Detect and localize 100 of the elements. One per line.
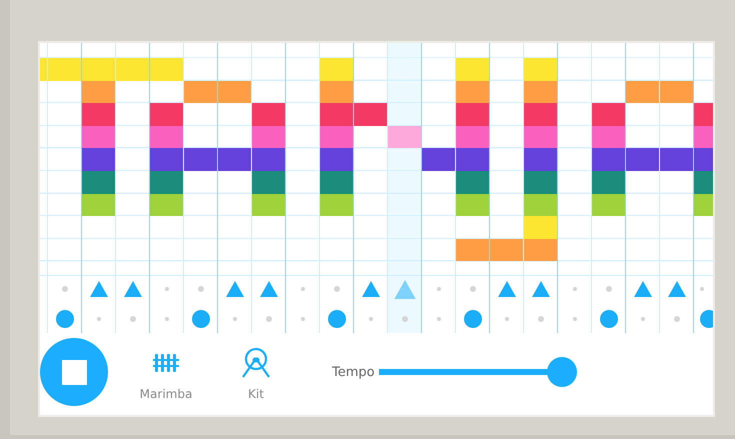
circle-note[interactable] (700, 310, 713, 328)
circle-note[interactable] (600, 310, 618, 328)
step-dot[interactable] (640, 316, 644, 321)
note-cell[interactable] (320, 80, 353, 104)
step-dot[interactable] (300, 287, 304, 292)
triangle-note[interactable] (362, 281, 380, 298)
note-cell[interactable] (694, 148, 713, 171)
note-cell[interactable] (694, 103, 713, 126)
note-cell[interactable] (320, 126, 353, 148)
note-cell[interactable] (82, 148, 115, 171)
note-cell[interactable] (184, 148, 217, 171)
note-cell[interactable] (456, 170, 489, 194)
triangle-note[interactable] (394, 280, 416, 299)
triangle-note[interactable] (260, 281, 278, 298)
triangle-note[interactable] (532, 281, 550, 298)
note-cell[interactable] (320, 58, 353, 81)
note-cell[interactable] (694, 194, 713, 216)
step-dot[interactable] (198, 286, 204, 292)
note-cell[interactable] (456, 103, 489, 126)
note-cell[interactable] (82, 80, 115, 104)
step-dot[interactable] (300, 316, 304, 321)
note-cell[interactable] (524, 126, 557, 148)
step-dot[interactable] (700, 287, 704, 292)
triangle-note[interactable] (668, 281, 686, 298)
note-cell[interactable] (456, 58, 489, 81)
triangle-note[interactable] (634, 281, 652, 298)
triangle-note[interactable] (124, 281, 142, 298)
note-cell[interactable] (320, 103, 353, 126)
step-dot[interactable] (572, 316, 576, 321)
note-cell[interactable] (354, 103, 387, 126)
step-dot[interactable] (96, 316, 100, 321)
note-cell[interactable] (388, 126, 421, 148)
note-cell[interactable] (456, 238, 489, 262)
note-cell[interactable] (150, 58, 183, 81)
note-cell[interactable] (82, 103, 115, 126)
note-cell[interactable] (116, 58, 149, 81)
step-dot[interactable] (674, 316, 680, 322)
circle-note[interactable] (328, 310, 346, 328)
note-cell[interactable] (456, 80, 489, 104)
note-cell[interactable] (592, 194, 625, 216)
note-cell[interactable] (524, 80, 557, 104)
step-dot[interactable] (62, 286, 68, 292)
note-cell[interactable] (524, 103, 557, 126)
note-cell[interactable] (150, 194, 183, 216)
note-cell[interactable] (626, 80, 659, 104)
note-cell[interactable] (252, 148, 285, 171)
note-cell[interactable] (524, 216, 557, 239)
step-dot[interactable] (130, 316, 136, 322)
note-cell[interactable] (592, 148, 625, 171)
note-cell[interactable] (150, 103, 183, 126)
note-cell[interactable] (660, 80, 693, 104)
step-dot[interactable] (470, 286, 476, 292)
note-cell[interactable] (218, 148, 251, 171)
slider-thumb[interactable] (546, 357, 577, 388)
note-cell[interactable] (82, 126, 115, 148)
note-cell[interactable] (48, 58, 81, 81)
triangle-note[interactable] (226, 281, 244, 298)
step-dot[interactable] (572, 287, 576, 292)
note-cell[interactable] (524, 148, 557, 171)
note-cell[interactable] (82, 194, 115, 216)
note-cell[interactable] (252, 170, 285, 194)
step-dot[interactable] (436, 316, 440, 321)
circle-note[interactable] (192, 310, 210, 328)
note-cell[interactable] (592, 126, 625, 148)
step-dot[interactable] (402, 316, 408, 322)
note-cell[interactable] (320, 170, 353, 194)
note-cell[interactable] (456, 148, 489, 171)
triangle-note[interactable] (90, 281, 108, 298)
step-dot[interactable] (504, 316, 508, 321)
note-cell[interactable] (524, 194, 557, 216)
note-cell[interactable] (150, 126, 183, 148)
note-cell[interactable] (456, 126, 489, 148)
note-cell[interactable] (456, 194, 489, 216)
note-cell[interactable] (252, 194, 285, 216)
circle-note[interactable] (464, 310, 482, 328)
note-cell[interactable] (82, 58, 115, 81)
step-dot[interactable] (164, 287, 168, 292)
note-cell[interactable] (218, 80, 251, 104)
note-cell[interactable] (184, 80, 217, 104)
circle-note[interactable] (56, 310, 74, 328)
step-dot[interactable] (164, 316, 168, 321)
note-cell[interactable] (252, 103, 285, 126)
note-cell[interactable] (490, 238, 523, 262)
note-cell[interactable] (524, 170, 557, 194)
note-cell[interactable] (40, 58, 47, 81)
note-cell[interactable] (320, 194, 353, 216)
note-cell[interactable] (626, 148, 659, 171)
triangle-note[interactable] (498, 281, 516, 298)
note-cell[interactable] (694, 126, 713, 148)
note-cell[interactable] (592, 170, 625, 194)
note-cell[interactable] (660, 148, 693, 171)
note-cell[interactable] (592, 103, 625, 126)
step-dot[interactable] (266, 316, 272, 322)
note-cell[interactable] (150, 148, 183, 171)
step-dot[interactable] (538, 316, 544, 322)
note-cell[interactable] (150, 170, 183, 194)
note-cell[interactable] (694, 170, 713, 194)
step-dot[interactable] (436, 287, 440, 292)
note-cell[interactable] (252, 126, 285, 148)
note-cell[interactable] (524, 238, 557, 262)
